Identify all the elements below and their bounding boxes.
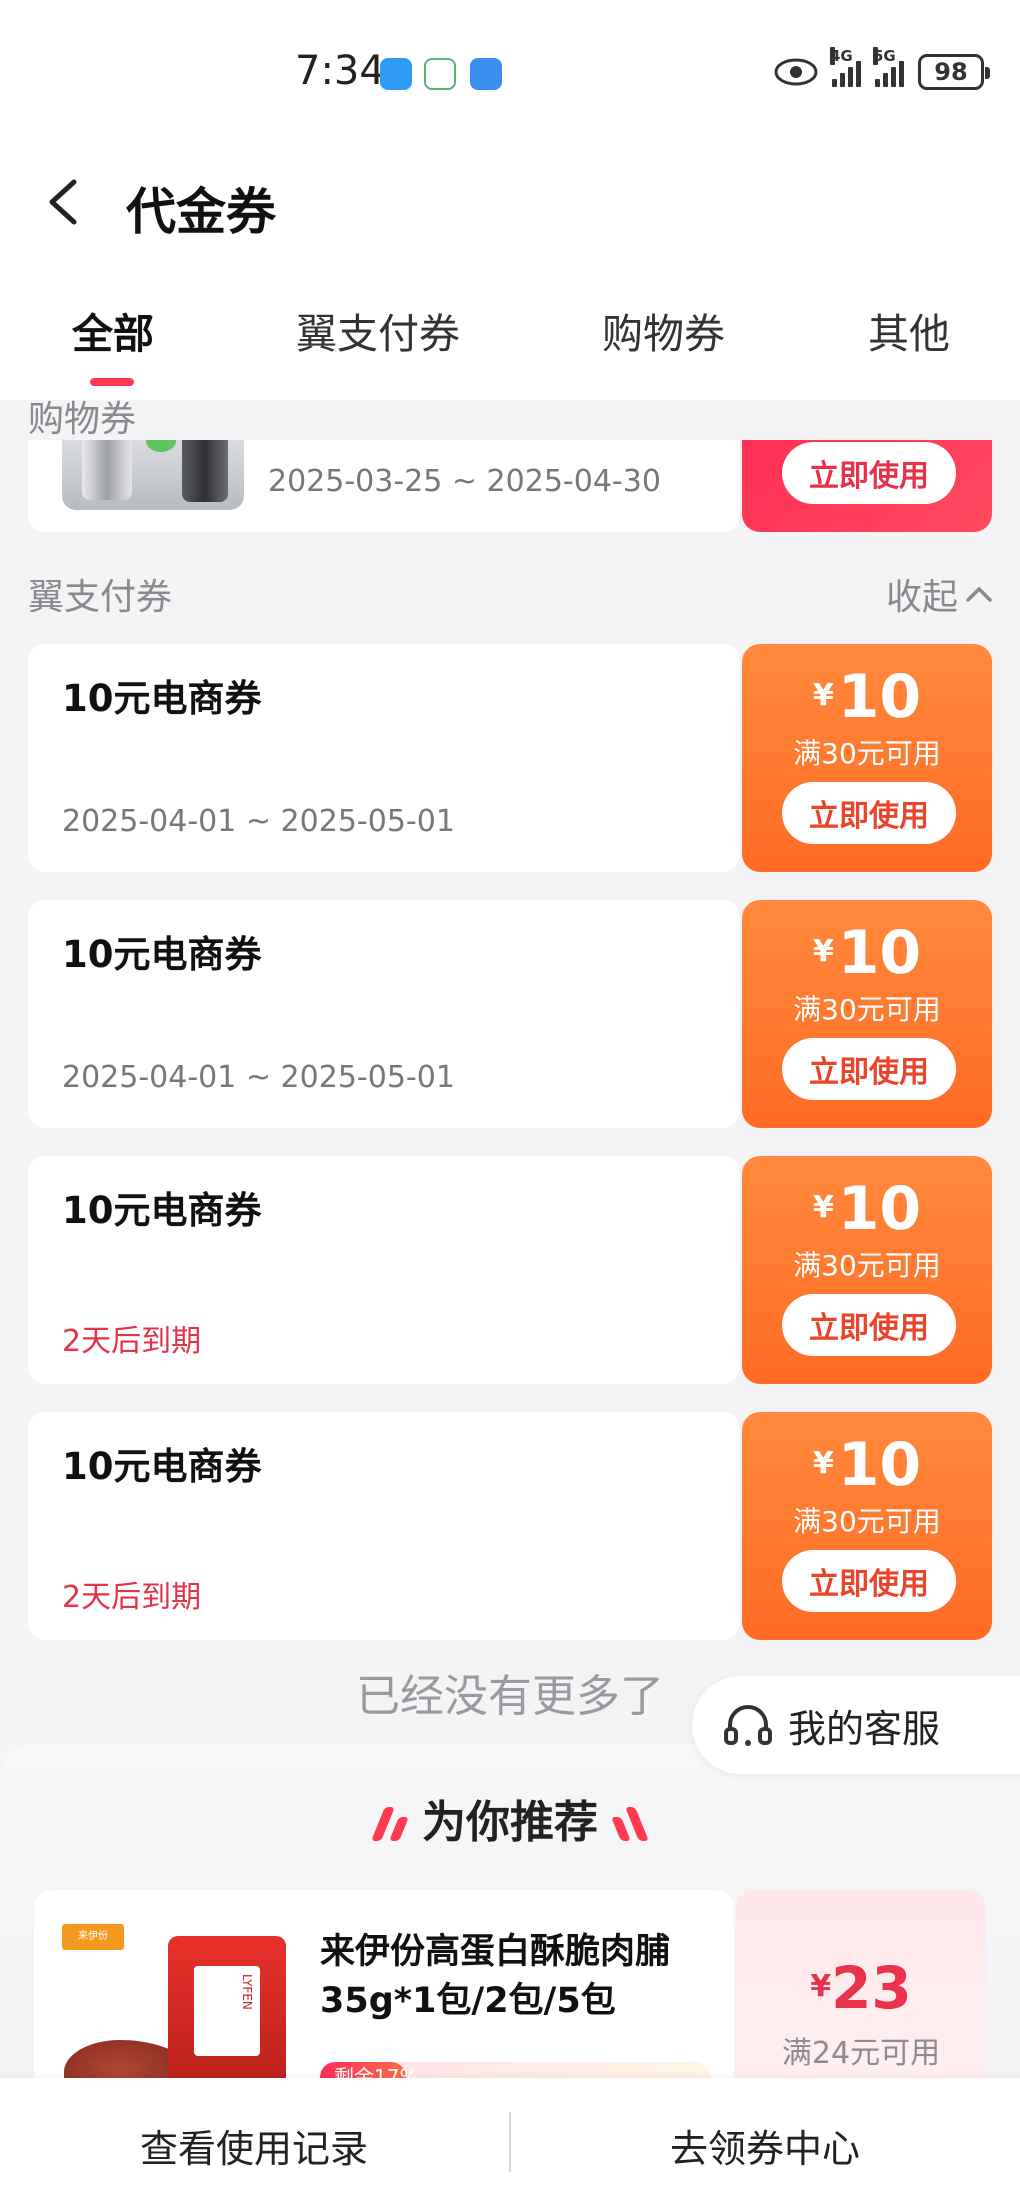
- product-coupon-amount: ¥23: [810, 1954, 912, 2022]
- coupon-condition: 满30元可用: [793, 1249, 941, 1282]
- back-arrow-icon[interactable]: [40, 172, 90, 232]
- collapse-label: 收起: [885, 577, 958, 618]
- expiry-warning: 2天后到期: [62, 1580, 202, 1615]
- section-label-pay: 翼支付券: [28, 577, 173, 618]
- section-label-shopping: 购物券: [28, 399, 137, 440]
- recommend-title: 为你推荐: [0, 1786, 1020, 1850]
- coupon-condition: 满30元可用: [793, 993, 941, 1026]
- coupon-card[interactable]: 10元电商券 2025-04-01 ~ 2025-05-01 ¥10 满30元可…: [28, 644, 992, 872]
- product-name: 来伊份高蛋白酥脆肉脯35g*1包/2包/5包: [320, 1932, 671, 2021]
- package-label: LYFEN: [194, 1966, 260, 2056]
- recommend-title-text: 为你推荐: [422, 1797, 598, 1848]
- app-header: 代金券 全部 翼支付券 购物券 其他: [0, 150, 1020, 400]
- chevron-up-icon: [966, 586, 992, 602]
- customer-service-label: 我的客服: [788, 1706, 941, 1751]
- coupon-condition: 满30元可用: [793, 1505, 941, 1538]
- coupon-validity: 2025-03-25 ~ 2025-04-30: [268, 464, 661, 499]
- collapse-toggle[interactable]: 收起: [886, 568, 994, 620]
- decor-slash: [611, 1817, 632, 1841]
- eye-icon: [774, 58, 818, 86]
- brand-logo: 来伊份: [62, 1924, 124, 1950]
- active-tab-indicator: [90, 378, 134, 386]
- use-now-button[interactable]: 立即使用: [782, 442, 956, 504]
- coupon-title: 10元电商券: [62, 677, 262, 720]
- use-now-button[interactable]: 立即使用: [782, 1294, 956, 1356]
- tab-all[interactable]: 全部: [72, 300, 154, 360]
- coupon-stub: 立即使用: [742, 440, 992, 532]
- tab-other[interactable]: 其他: [868, 300, 950, 360]
- coupon-condition: 满30元可用: [793, 737, 941, 770]
- expiry-warning: 2天后到期: [62, 1324, 202, 1359]
- shopping-coupon-card[interactable]: 2025-03-25 ~ 2025-04-30 立即使用: [28, 440, 992, 532]
- coupon-body: 2025-03-25 ~ 2025-04-30: [28, 440, 740, 532]
- decor-slash: [388, 1817, 409, 1841]
- coupon-amount: ¥10: [812, 662, 922, 732]
- signal-4g-icon: 4G: [830, 47, 861, 87]
- coupon-amount: ¥10: [812, 1174, 922, 1244]
- coupon-title: 10元电商券: [62, 1189, 262, 1232]
- status-bar: 7:34 4G 5G 98: [0, 0, 1020, 150]
- coupon-card[interactable]: 10元电商券 2天后到期 ¥10 满30元可用 立即使用: [28, 1156, 992, 1384]
- weather-app-icon: [470, 58, 502, 90]
- use-now-button[interactable]: 立即使用: [782, 782, 956, 844]
- status-time: 7:34: [295, 48, 385, 94]
- status-icons: 4G 5G 98: [774, 47, 990, 90]
- product-image: LYFEN: [168, 1936, 286, 2096]
- coupon-body: 10元电商券 2天后到期: [28, 1412, 740, 1640]
- use-now-button[interactable]: 立即使用: [782, 1550, 956, 1612]
- coupon-body: 10元电商券 2025-04-01 ~ 2025-05-01: [28, 900, 740, 1128]
- coupon-card[interactable]: 10元电商券 2025-04-01 ~ 2025-05-01 ¥10 满30元可…: [28, 900, 992, 1128]
- use-now-button[interactable]: 立即使用: [782, 1038, 956, 1100]
- coupon-amount: ¥10: [812, 918, 922, 988]
- coupon-title: 10元电商券: [62, 1445, 262, 1488]
- coupon-title: 10元电商券: [62, 933, 262, 976]
- signal-5g-icon: 5G: [873, 47, 904, 87]
- coupon-stub: ¥10 满30元可用 立即使用: [742, 1412, 992, 1640]
- coupon-body: 10元电商券 2025-04-01 ~ 2025-05-01: [28, 644, 740, 872]
- coupon-stub: ¥10 满30元可用 立即使用: [742, 900, 992, 1128]
- coupon-validity: 2025-04-01 ~ 2025-05-01: [62, 804, 455, 839]
- bottom-divider: [509, 2112, 511, 2172]
- product-coupon-condition: 满24元可用: [781, 2036, 941, 2071]
- tab-pay[interactable]: 翼支付券: [296, 300, 460, 360]
- message-app-icon: [380, 58, 412, 90]
- bottom-action-bar: 查看使用记录 去领券中心: [0, 2078, 1020, 2210]
- coupon-amount: ¥10: [812, 1430, 922, 1500]
- headset-icon: [724, 1705, 772, 1746]
- tab-shopping[interactable]: 购物券: [602, 300, 725, 360]
- view-records-button[interactable]: 查看使用记录: [140, 2118, 368, 2173]
- coupon-body: 10元电商券 2天后到期: [28, 1156, 740, 1384]
- product-thumbnail: [62, 440, 244, 510]
- coupon-stub: ¥10 满30元可用 立即使用: [742, 644, 992, 872]
- customer-service-button[interactable]: 我的客服: [692, 1676, 1020, 1774]
- coupon-stub: ¥10 满30元可用 立即使用: [742, 1156, 992, 1384]
- battery-icon: 98: [918, 54, 990, 90]
- coupon-card[interactable]: 10元电商券 2天后到期 ¥10 满30元可用 立即使用: [28, 1412, 992, 1640]
- home-app-icon: [424, 58, 456, 90]
- page-title: 代金券: [126, 183, 276, 241]
- coupon-validity: 2025-04-01 ~ 2025-05-01: [62, 1060, 455, 1095]
- coupon-center-button[interactable]: 去领券中心: [670, 2118, 860, 2173]
- tab-bar: 全部 翼支付券 购物券 其他: [0, 290, 1020, 380]
